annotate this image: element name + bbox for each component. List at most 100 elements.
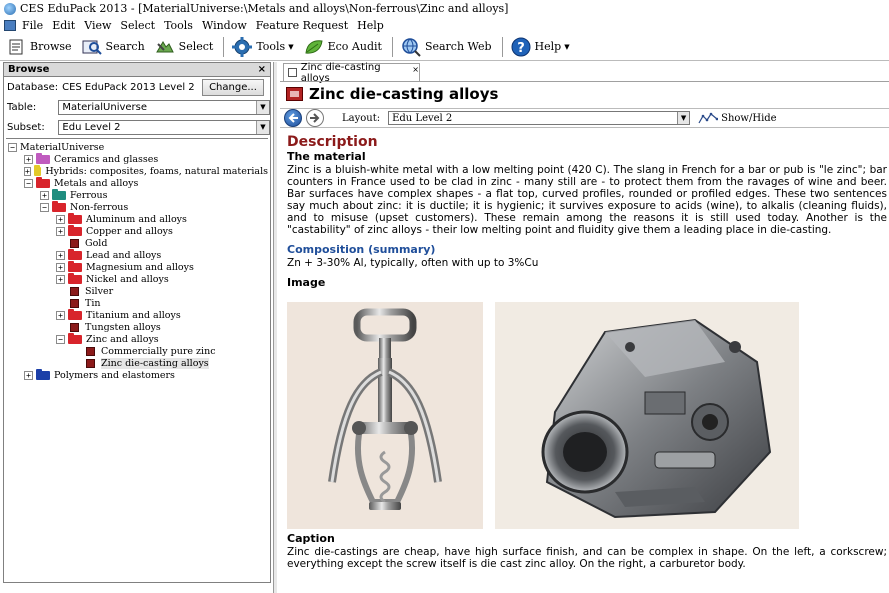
- tree-node[interactable]: + Ferrous: [6, 188, 268, 201]
- tree-node-label: Magnesium and alloys: [86, 261, 194, 273]
- folder-icon: [68, 248, 82, 260]
- expand-icon[interactable]: +: [24, 166, 31, 176]
- tree-node-label: Non-ferrous: [70, 201, 129, 213]
- menu-select[interactable]: Select: [120, 19, 155, 32]
- expand-icon[interactable]: +: [56, 226, 65, 236]
- datasheet-record-icon: [286, 87, 303, 101]
- table-select-value: MaterialUniverse: [62, 101, 148, 113]
- table-select[interactable]: MaterialUniverse ▼: [58, 99, 270, 115]
- chevron-down-icon[interactable]: ▼: [256, 100, 269, 114]
- show-hide-icon: [698, 112, 719, 124]
- collapse-icon[interactable]: −: [40, 202, 49, 212]
- composition-text: Zn + 3-30% Al, typically, often with up …: [287, 257, 539, 269]
- forward-arrow-icon[interactable]: [306, 109, 324, 127]
- tree-node[interactable]: + Titanium and alloys: [6, 308, 268, 321]
- material-heading: The material: [287, 150, 366, 163]
- tree-node[interactable]: + Hybrids: composites, foams, natural mat…: [6, 164, 268, 177]
- folder-icon: [52, 200, 66, 212]
- tree-node[interactable]: + Lead and alloys: [6, 248, 268, 261]
- eco-audit-label: Eco Audit: [327, 40, 382, 53]
- tree-node-label: Silver: [85, 285, 114, 297]
- menu-view[interactable]: View: [84, 19, 111, 32]
- gear-icon: [232, 36, 253, 57]
- help-button[interactable]: ? Help ▼: [511, 37, 570, 57]
- folder-icon: [36, 176, 50, 188]
- collapse-icon[interactable]: −: [8, 142, 17, 152]
- tree-node[interactable]: + Nickel and alloys: [6, 272, 268, 285]
- folder-icon: [36, 152, 50, 164]
- show-hide-button[interactable]: Show/Hide: [698, 111, 777, 125]
- tree-node[interactable]: Commercially pure zinc: [6, 345, 268, 357]
- subset-select[interactable]: Edu Level 2 ▼: [58, 119, 270, 135]
- tree-node-label: Nickel and alloys: [86, 273, 169, 285]
- menu-bar: File Edit View Select Tools Window Featu…: [0, 17, 889, 33]
- material-record-icon: [86, 346, 95, 356]
- tree-node[interactable]: + Aluminum and alloys: [6, 212, 268, 225]
- tree-node[interactable]: Gold: [6, 237, 268, 249]
- tree-node-label: Lead and alloys: [86, 249, 162, 261]
- menu-file[interactable]: File: [22, 19, 43, 32]
- menu-window[interactable]: Window: [202, 19, 247, 32]
- composition-heading: Composition (summary): [287, 243, 436, 256]
- window-menu-icon[interactable]: [4, 19, 16, 31]
- expand-icon[interactable]: +: [56, 274, 65, 284]
- expand-icon[interactable]: +: [56, 214, 65, 224]
- search-button[interactable]: Search: [82, 37, 145, 57]
- search-web-button[interactable]: Search Web: [401, 37, 492, 57]
- folder-icon: [68, 272, 82, 284]
- menu-feature-request[interactable]: Feature Request: [256, 19, 348, 32]
- expand-icon[interactable]: +: [56, 262, 65, 272]
- chevron-down-icon[interactable]: ▼: [677, 112, 690, 124]
- tree-node[interactable]: − Zinc and alloys: [6, 332, 268, 345]
- tree-node[interactable]: − Metals and alloys: [6, 176, 268, 189]
- tree-node[interactable]: − MaterialUniverse: [6, 141, 268, 153]
- menu-help[interactable]: Help: [357, 19, 384, 32]
- material-record-icon: [70, 238, 79, 248]
- select-button[interactable]: Select: [155, 37, 213, 57]
- material-record-icon: [86, 358, 95, 368]
- tree-node-label: Copper and alloys: [86, 225, 173, 237]
- caption-block: Caption Zinc die-castings are cheap, hav…: [287, 532, 887, 570]
- close-icon[interactable]: ×: [258, 64, 266, 75]
- expand-icon[interactable]: +: [56, 310, 65, 320]
- back-arrow-icon[interactable]: [284, 109, 302, 127]
- chevron-down-icon[interactable]: ▼: [256, 120, 269, 134]
- menu-tools[interactable]: Tools: [164, 19, 193, 32]
- eco-audit-button[interactable]: Eco Audit: [304, 37, 382, 57]
- tree-node-label: MaterialUniverse: [20, 141, 105, 153]
- tree-node[interactable]: Tin: [6, 297, 268, 309]
- tab-zinc-die-casting-alloys[interactable]: Zinc die-casting alloys ×: [283, 62, 420, 84]
- datasheet-panel: Zinc die-casting alloys × Zinc die-casti…: [280, 62, 889, 593]
- layout-select[interactable]: Edu Level 2 ▼: [388, 111, 691, 125]
- subset-select-value: Edu Level 2: [62, 121, 121, 133]
- folder-icon: [68, 260, 82, 272]
- expand-icon[interactable]: +: [56, 250, 65, 260]
- tools-button[interactable]: Tools ▼: [232, 36, 294, 57]
- expand-icon[interactable]: +: [24, 370, 33, 380]
- browse-button[interactable]: Browse: [6, 37, 72, 57]
- menu-edit[interactable]: Edit: [52, 19, 75, 32]
- tree-node[interactable]: + Magnesium and alloys: [6, 260, 268, 273]
- collapse-icon[interactable]: −: [24, 178, 33, 188]
- tree-node[interactable]: − Non-ferrous: [6, 200, 268, 213]
- database-label: Database:: [7, 81, 59, 93]
- tree-node[interactable]: Zinc die-casting alloys: [6, 357, 268, 369]
- tree-node[interactable]: Tungsten alloys: [6, 321, 268, 333]
- expand-icon[interactable]: +: [40, 190, 49, 200]
- tab-close-icon[interactable]: ×: [412, 65, 419, 74]
- material-tree: − MaterialUniverse + Ceramics and glasses + H…: [6, 138, 268, 580]
- change-database-button[interactable]: Change...: [202, 78, 264, 96]
- browse-label: Browse: [30, 40, 72, 53]
- folder-icon: [36, 368, 50, 380]
- tree-node[interactable]: + Copper and alloys: [6, 224, 268, 237]
- tree-node[interactable]: + Ceramics and glasses: [6, 152, 268, 165]
- app-globe-icon: [4, 2, 16, 15]
- tree-node-label: Aluminum and alloys: [86, 213, 187, 225]
- tree-node[interactable]: Silver: [6, 285, 268, 297]
- collapse-icon[interactable]: −: [56, 334, 65, 344]
- expand-icon[interactable]: +: [24, 154, 33, 164]
- panel-splitter[interactable]: [273, 62, 277, 593]
- tools-label: Tools: [256, 40, 286, 53]
- material-record-icon: [70, 322, 79, 332]
- tree-node[interactable]: + Polymers and elastomers: [6, 368, 268, 381]
